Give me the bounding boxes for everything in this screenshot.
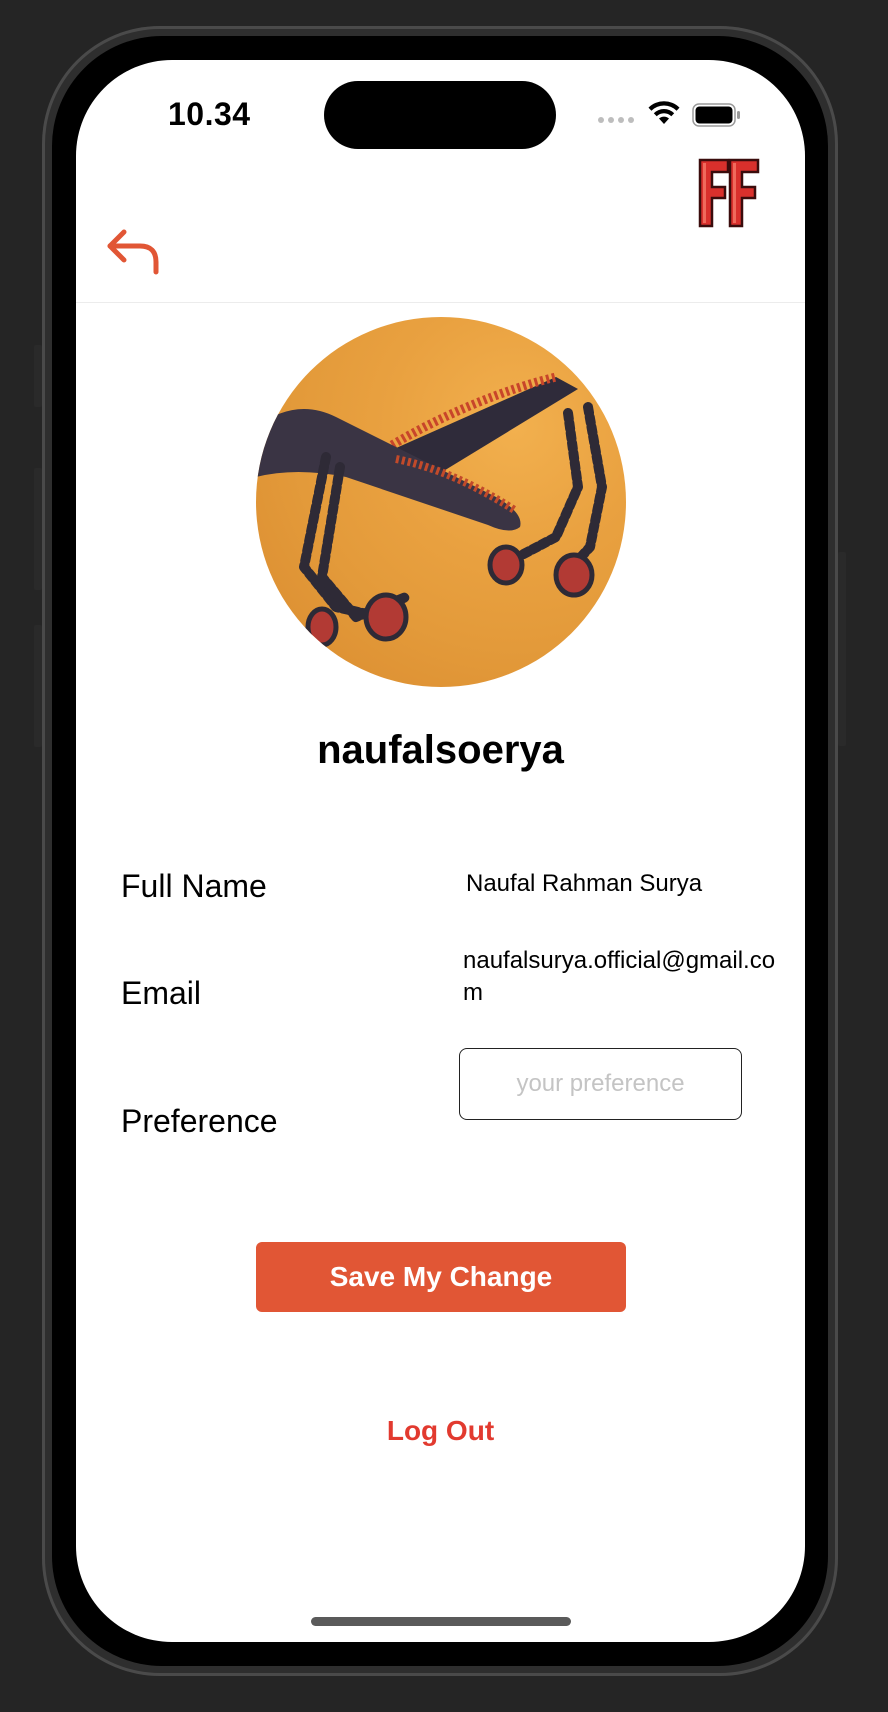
preference-label: Preference	[121, 1103, 278, 1139]
side-button-volume-up	[34, 468, 42, 590]
full-name-value: Naufal Rahman Surya	[466, 870, 703, 897]
app-logo	[698, 158, 760, 228]
dynamic-island	[324, 81, 556, 149]
profile-username: naufalsoerya	[317, 728, 564, 772]
app-screen: 10.34 naufalsoerya Full Name Naufal Rahm…	[76, 60, 805, 1642]
profile-avatar[interactable]	[256, 317, 626, 687]
wifi-icon	[648, 101, 680, 124]
logout-button[interactable]: Log Out	[76, 1415, 805, 1447]
profile-photo	[256, 372, 607, 648]
status-bar: 10.34	[76, 60, 805, 170]
side-button-volume-down	[34, 625, 42, 747]
home-indicator[interactable]	[311, 1617, 571, 1626]
cellular-signal-icon	[598, 117, 634, 123]
full-name-label: Full Name	[121, 868, 267, 904]
email-value: naufalsurya.official@gmail.com	[463, 947, 776, 1006]
battery-icon	[692, 103, 740, 127]
side-button-silent	[34, 345, 42, 407]
back-arrow-icon[interactable]	[104, 226, 164, 280]
side-button-power	[838, 552, 846, 746]
preference-input[interactable]	[459, 1048, 742, 1120]
status-time: 10.34	[168, 96, 251, 132]
email-label: Email	[121, 975, 202, 1011]
navigation-bar	[76, 170, 805, 303]
save-changes-button[interactable]: Save My Change	[256, 1242, 626, 1312]
